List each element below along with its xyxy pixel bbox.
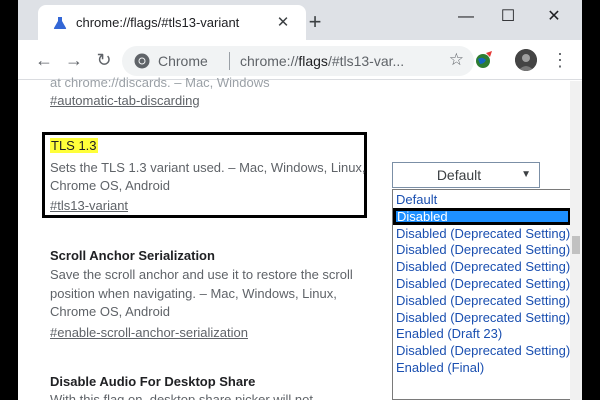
dropdown-option[interactable]: Disabled (Deprecated Setting) [393, 342, 571, 359]
flag-link-tls13[interactable]: #tls13-variant [50, 198, 128, 213]
forward-button[interactable]: → [62, 48, 86, 72]
flag-link-scroll-anchor[interactable]: #enable-scroll-anchor-serialization [50, 325, 248, 340]
tab-flags[interactable]: chrome://flags/#tls13-variant ✕ [38, 5, 306, 40]
new-tab-button[interactable]: + [304, 11, 326, 33]
reload-button[interactable]: ↻ [92, 48, 116, 72]
tls13-select[interactable]: Default ▼ [392, 162, 540, 188]
select-value: Default [436, 167, 482, 183]
browser-window: chrome://flags/#tls13-variant ✕ + — ☐ ✕ … [18, 0, 582, 400]
profile-picture-icon [515, 49, 537, 71]
tls13-dropdown-list: Default Disabled Disabled (Deprecated Sett… [392, 189, 572, 400]
dropdown-option[interactable]: Disabled (Deprecated Setting) [393, 225, 571, 242]
scroll-flag-description-line1: Save the scroll anchor and use it to res… [50, 267, 353, 282]
dropdown-option[interactable]: Disabled (Deprecated Setting) [393, 309, 571, 326]
dropdown-option[interactable]: Disabled (Deprecated Setting) [393, 275, 571, 292]
back-button[interactable]: ← [32, 48, 56, 72]
flag-title-tls13: TLS 1.3 [50, 138, 98, 153]
dropdown-option[interactable]: Disabled (Deprecated Setting) [393, 258, 571, 275]
maximize-button[interactable]: ☐ [497, 6, 519, 28]
chrome-icon [134, 53, 150, 69]
extension-globe-icon[interactable] [474, 50, 494, 70]
flag-title-disable-audio: Disable Audio For Desktop Share [50, 374, 256, 389]
chevron-down-icon: ▼ [521, 169, 531, 180]
dropdown-option[interactable]: Default [393, 191, 571, 208]
scroll-flag-description-line3: Chrome OS, Android [50, 304, 170, 319]
scroll-flag-description-line2: position when navigating. – Mac, Windows… [50, 286, 337, 301]
site-name: Chrome [158, 53, 208, 69]
dropdown-option-selected[interactable]: Disabled [393, 207, 571, 225]
dropdown-option[interactable]: Enabled (Final) [393, 359, 571, 376]
omnibox-divider [229, 52, 230, 70]
flask-icon [53, 17, 67, 29]
address-bar[interactable]: Chrome chrome://flags/#tls13-var... ☆ [122, 46, 474, 76]
dropdown-option[interactable]: Disabled (Deprecated Setting) [393, 292, 571, 309]
profile-avatar[interactable] [515, 49, 537, 71]
tab-title: chrome://flags/#tls13-variant [76, 15, 240, 30]
scrollbar-thumb[interactable] [572, 236, 580, 254]
tab-close-icon[interactable]: ✕ [274, 13, 292, 31]
menu-icon[interactable]: ⋮ [551, 49, 569, 71]
close-window-button[interactable]: ✕ [543, 6, 565, 28]
audio-flag-description: With this flag on, desktop share picker … [50, 392, 314, 400]
flags-page: at chrome://discards. – Mac, Windows #au… [18, 75, 582, 400]
prev-flag-description: at chrome://discards. – Mac, Windows [50, 75, 270, 90]
dropdown-option[interactable]: Disabled (Deprecated Setting) [393, 241, 571, 258]
flag-title-scroll-anchor: Scroll Anchor Serialization [50, 248, 215, 263]
dropdown-option[interactable]: Enabled (Draft 23) [393, 325, 571, 342]
bookmark-star-icon[interactable]: ☆ [449, 50, 464, 70]
flag-description-line2: Chrome OS, Android [50, 178, 170, 193]
tab-strip: chrome://flags/#tls13-variant ✕ + — ☐ ✕ [18, 0, 582, 40]
flag-description-line1: Sets the TLS 1.3 variant used. – Mac, Wi… [50, 160, 366, 175]
minimize-button[interactable]: — [455, 6, 477, 28]
page-scrollbar[interactable] [570, 81, 582, 400]
url-text: chrome://flags/#tls13-var... [240, 53, 405, 69]
prev-flag-link[interactable]: #automatic-tab-discarding [50, 93, 200, 108]
